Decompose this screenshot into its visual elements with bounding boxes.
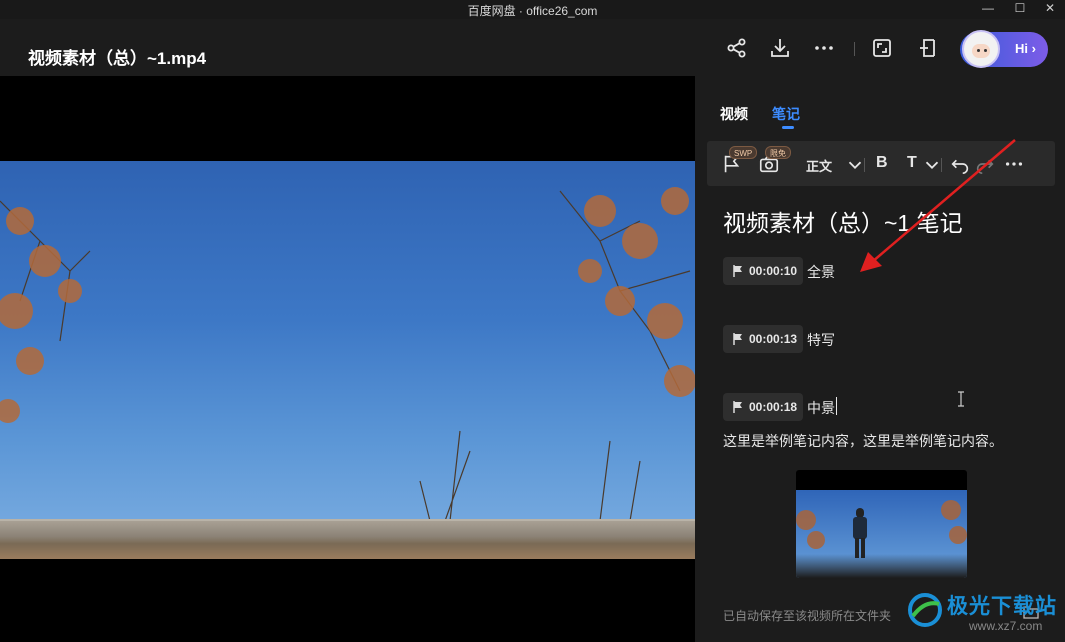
player-header: 视频素材（总）~1.mp4 Hi › [0,19,1065,76]
notes-sidebar: 视频 笔记 SWP 限免 正文 B T 视频素材（总）~1 笔记 00:00:1… [695,76,1065,642]
text-caret [836,397,837,415]
text-style-select[interactable]: 正文 [806,156,832,178]
timestamp-chip[interactable]: 00:00:18 [723,393,803,421]
minimize-button[interactable]: — [973,0,1003,19]
bold-button[interactable]: B [876,154,888,176]
more-icon[interactable] [812,36,836,60]
timestamp-chip[interactable]: 00:00:13 [723,325,803,353]
flag-icon [733,265,742,277]
assistant-avatar [962,30,1000,68]
timestamp-label[interactable]: 特写 [807,330,835,350]
site-watermark: 极光下载站 www.xz7.com [905,586,1065,642]
note-title[interactable]: 视频素材（总）~1 笔记 [723,204,963,238]
close-button[interactable]: ✕ [1035,0,1065,19]
autosave-status: 已自动保存至该视频所在文件夹 [723,609,892,623]
pip-icon[interactable] [916,36,940,60]
more-icon[interactable] [1003,153,1025,175]
timestamp-label[interactable]: 全景 [807,262,835,282]
timestamp-time: 00:00:13 [749,332,798,346]
font-chevron-down-icon[interactable] [921,154,943,176]
assistant-button[interactable]: Hi › [960,30,1048,68]
timestamp-chip[interactable]: 00:00:10 [723,257,803,285]
tab-video[interactable]: 视频 [720,104,748,124]
timestamp-time: 00:00:10 [749,264,798,278]
maximize-button[interactable]: ☐ [1005,0,1035,19]
screenshot-thumbnail[interactable] [796,470,967,578]
share-icon[interactable] [725,36,749,60]
flag-icon [733,333,742,345]
chevron-right-icon: › [1031,41,1036,56]
font-button[interactable]: T [907,154,917,176]
watermark-text: 极光下载站 [947,595,1057,618]
download-icon[interactable] [768,36,792,60]
crop-screen-icon[interactable] [870,36,894,60]
flag-badge: SWP [729,146,758,159]
tab-notes[interactable]: 笔记 [772,104,800,124]
active-tab-indicator [782,126,794,129]
video-frame[interactable] [0,161,695,559]
video-player[interactable] [0,76,695,642]
note-body-text[interactable]: 这里是举例笔记内容，这里是举例笔记内容。 [723,431,1003,451]
tree-branches-graphic [0,187,695,522]
flag-icon [733,401,742,413]
text-cursor-icon [958,391,964,407]
watermark-url: www.xz7.com [969,619,1043,633]
toolbar-divider [864,158,865,172]
note-toolbar: SWP 限免 正文 B T [707,141,1055,186]
watermark-logo-icon [908,593,942,627]
toolbar-divider [941,158,942,172]
assistant-label: Hi › [1015,41,1036,56]
stone-wall [0,521,695,559]
title-bar: 百度网盘 · office26_com — ☐ ✕ [0,0,1065,19]
header-divider [854,42,855,56]
file-title: 视频素材（总）~1.mp4 [28,49,207,68]
chevron-down-icon[interactable] [844,154,866,176]
timestamp-label[interactable]: 中景 [807,398,835,418]
timestamp-time: 00:00:18 [749,400,798,414]
redo-icon[interactable] [974,153,996,175]
camera-badge: 限免 [765,146,791,159]
undo-icon[interactable] [949,153,971,175]
window-title: 百度网盘 · office26_com [467,4,598,18]
